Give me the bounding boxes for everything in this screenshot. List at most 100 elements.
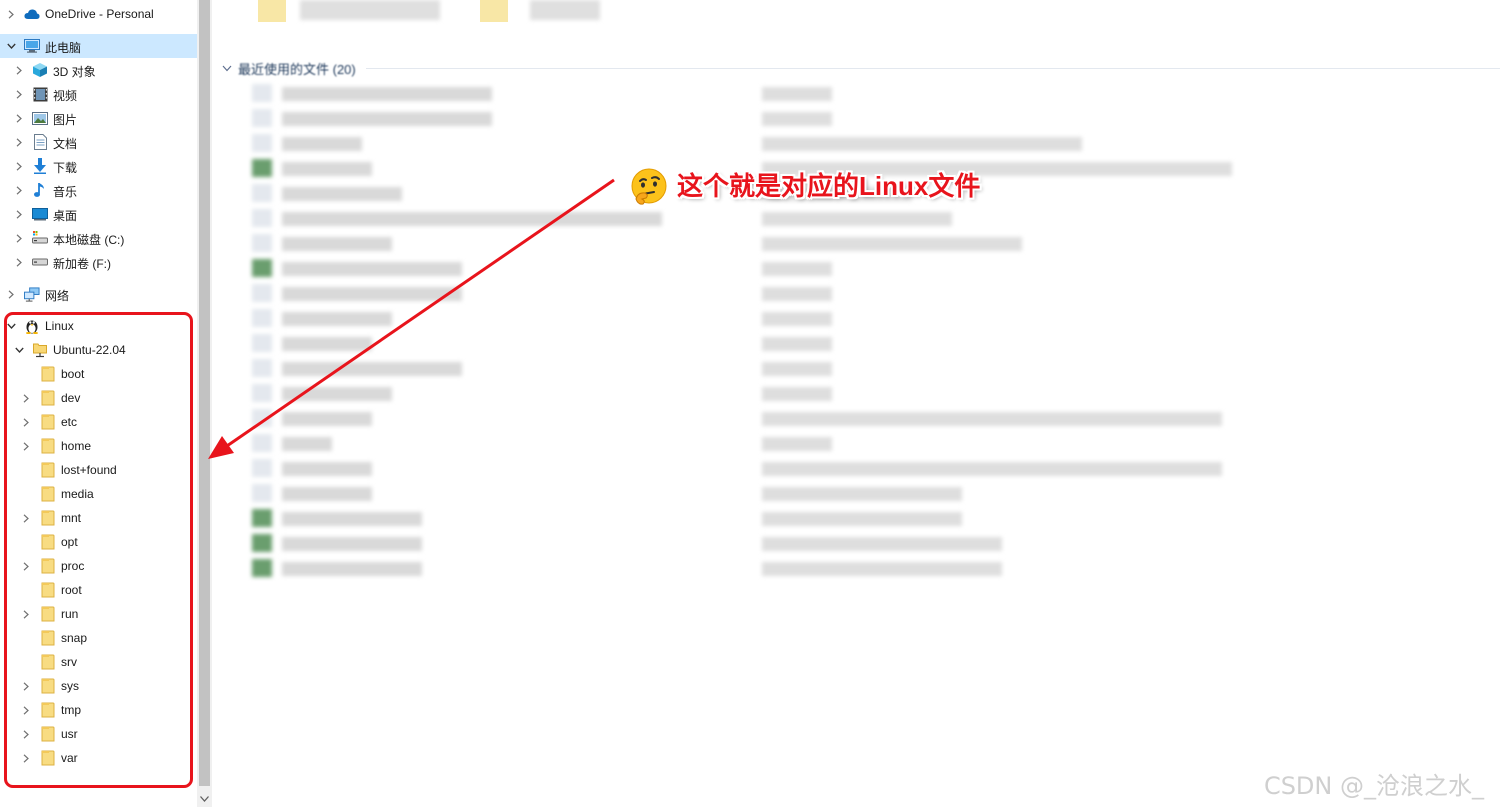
nav-item-label: 本地磁盘 (C:)	[53, 233, 125, 247]
recent-file-row[interactable]	[252, 384, 1252, 402]
recent-file-row[interactable]	[252, 509, 1252, 527]
recent-file-row[interactable]	[252, 409, 1252, 427]
recent-file-row[interactable]	[252, 459, 1252, 477]
file-path-redacted	[762, 437, 832, 451]
thinking-face-icon	[628, 165, 670, 207]
file-icon	[252, 259, 272, 277]
file-icon	[252, 209, 272, 227]
file-path-redacted	[762, 212, 952, 226]
file-path-redacted	[762, 87, 832, 101]
chevron-right-icon[interactable]	[14, 137, 24, 147]
recent-file-row[interactable]	[252, 209, 1252, 227]
file-path-redacted	[762, 112, 832, 126]
recent-file-row[interactable]	[252, 109, 1252, 127]
chevron-right-icon[interactable]	[14, 185, 24, 195]
file-name-redacted	[282, 562, 422, 576]
file-icon	[252, 359, 272, 377]
file-icon	[252, 84, 272, 102]
recent-file-row[interactable]	[252, 134, 1252, 152]
chevron-right-icon[interactable]	[14, 113, 24, 123]
downloads-icon	[32, 158, 48, 174]
annotation-text: 这个就是对应的Linux文件	[677, 171, 981, 201]
nav-item-图片[interactable]: 图片	[0, 106, 197, 130]
recent-file-row[interactable]	[252, 234, 1252, 252]
recent-file-row[interactable]	[252, 334, 1252, 352]
recent-file-row[interactable]	[252, 559, 1252, 577]
file-icon	[252, 559, 272, 577]
chevron-right-icon[interactable]	[14, 161, 24, 171]
desktop-icon	[32, 206, 48, 222]
nav-item-音乐[interactable]: 音乐	[0, 178, 197, 202]
nav-item-新加卷-f[interactable]: 新加卷 (F:)	[0, 250, 197, 274]
nav-item-3d-对象[interactable]: 3D 对象	[0, 58, 197, 82]
file-name-redacted	[282, 537, 422, 551]
recent-files-group-header[interactable]: 最近使用的文件 (20)	[220, 59, 1500, 77]
chevron-down-icon[interactable]	[220, 65, 234, 72]
file-name-redacted	[282, 337, 372, 351]
recent-file-row[interactable]	[252, 434, 1252, 452]
chevron-right-icon[interactable]	[6, 9, 16, 19]
file-name-redacted	[282, 312, 392, 326]
file-name-redacted	[282, 237, 392, 251]
file-icon	[252, 409, 272, 427]
file-icon	[252, 284, 272, 302]
recent-file-row[interactable]	[252, 309, 1252, 327]
nav-item-文档[interactable]: 文档	[0, 130, 197, 154]
scrollbar-thumb[interactable]	[199, 0, 210, 786]
recent-file-row[interactable]	[252, 484, 1252, 502]
chevron-right-icon[interactable]	[14, 65, 24, 75]
nav-item-桌面[interactable]: 桌面	[0, 202, 197, 226]
file-name-redacted	[282, 512, 422, 526]
onedrive-cloud-icon	[24, 6, 40, 22]
file-path-redacted	[762, 487, 962, 501]
chevron-right-icon[interactable]	[14, 89, 24, 99]
file-path-redacted	[762, 337, 832, 351]
recent-file-row[interactable]	[252, 84, 1252, 102]
navigation-scrollbar[interactable]	[197, 0, 212, 807]
file-name-redacted	[282, 437, 332, 451]
recent-file-row[interactable]	[252, 359, 1252, 377]
documents-icon	[32, 134, 48, 150]
recent-file-row[interactable]	[252, 534, 1252, 552]
chevron-right-icon[interactable]	[14, 257, 24, 267]
pictures-icon	[32, 110, 48, 126]
network-icon	[24, 286, 40, 302]
file-path-redacted	[762, 562, 1002, 576]
nav-item-label: 下载	[53, 161, 78, 175]
nav-item-label: 新加卷 (F:)	[53, 257, 111, 271]
nav-item-onedrive-personal[interactable]: OneDrive - Personal	[0, 2, 197, 26]
nav-item-下载[interactable]: 下载	[0, 154, 197, 178]
file-icon	[252, 484, 272, 502]
nav-item-视频[interactable]: 视频	[0, 82, 197, 106]
file-name-redacted	[282, 262, 462, 276]
scroll-down-arrow-icon[interactable]	[197, 790, 212, 807]
nav-item-此电脑[interactable]: 此电脑	[0, 34, 197, 58]
chevron-right-icon[interactable]	[6, 289, 16, 299]
recent-file-row[interactable]	[252, 259, 1252, 277]
file-path-redacted	[762, 262, 832, 276]
file-path-redacted	[762, 137, 1082, 151]
nav-item-网络[interactable]: 网络	[0, 282, 197, 306]
nav-item-label: 图片	[53, 113, 78, 127]
file-path-redacted	[762, 512, 962, 526]
file-path-redacted	[762, 462, 1222, 476]
nav-item-label: OneDrive - Personal	[45, 7, 154, 21]
chevron-right-icon[interactable]	[14, 233, 24, 243]
chevron-down-icon[interactable]	[6, 41, 16, 51]
file-name-redacted	[282, 412, 372, 426]
file-icon	[252, 459, 272, 477]
chevron-right-icon[interactable]	[14, 209, 24, 219]
file-name-redacted	[282, 162, 372, 176]
nav-item-本地磁盘-c[interactable]: 本地磁盘 (C:)	[0, 226, 197, 250]
this-pc-icon	[24, 38, 40, 54]
local-disk-icon	[32, 230, 48, 246]
file-name-redacted	[282, 362, 462, 376]
recent-files-title: 最近使用的文件 (20)	[238, 61, 356, 77]
file-icon	[252, 334, 272, 352]
file-path-redacted	[762, 387, 832, 401]
content-area[interactable]: 最近使用的文件 (20)	[212, 0, 1500, 807]
file-icon	[252, 309, 272, 327]
file-path-redacted	[762, 537, 1002, 551]
recent-file-row[interactable]	[252, 284, 1252, 302]
nav-item-label: 视频	[53, 89, 78, 103]
